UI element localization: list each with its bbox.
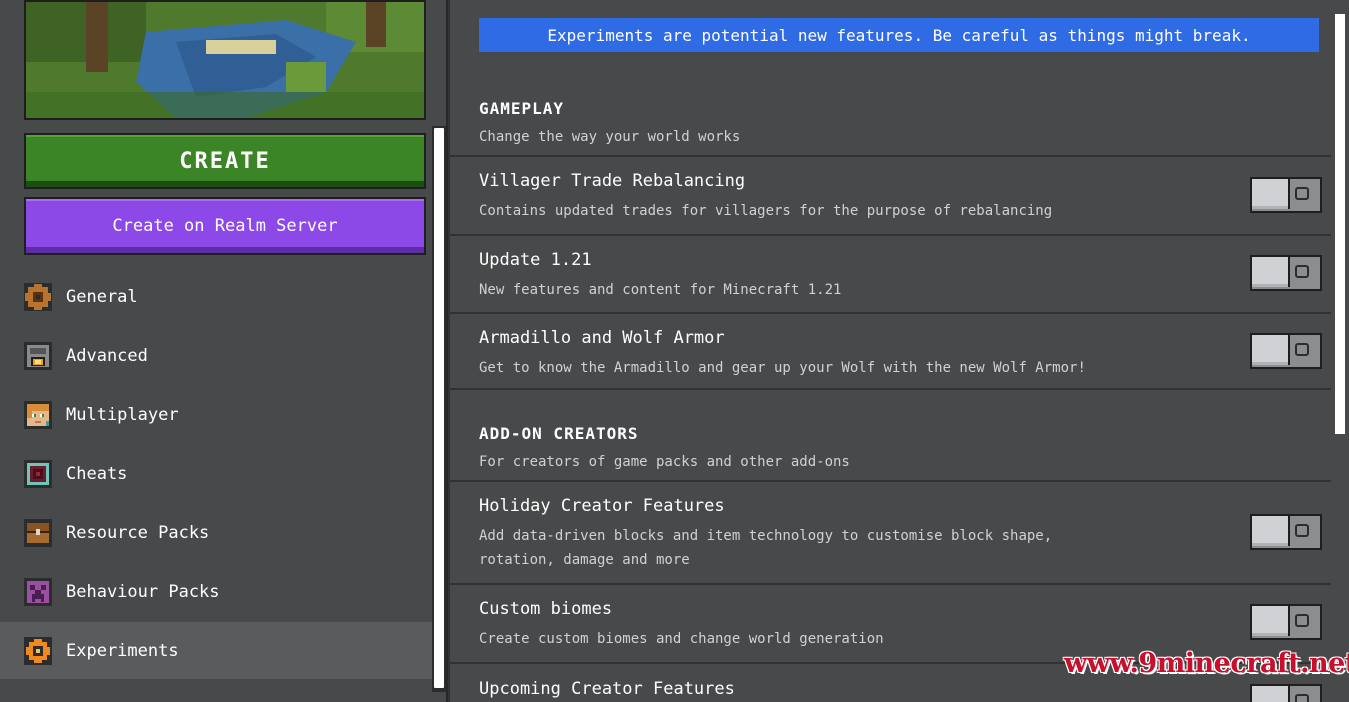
sidebar-item-multiplayer[interactable]: Multiplayer (0, 386, 432, 443)
toggle-upcoming-creator[interactable] (1250, 684, 1322, 702)
section-title-add-on-creators: ADD-ON CREATORS (479, 424, 639, 443)
sidebar-item-label: Advanced (66, 345, 148, 366)
toggle-off-icon (1295, 343, 1309, 356)
experiment-title: Armadillo and Wolf Armor (479, 328, 725, 348)
experiment-description: Contains updated trades for villagers fo… (479, 203, 1053, 219)
sidebar-item-behaviour-packs[interactable]: Behaviour Packs (0, 563, 432, 620)
sidebar-item-resource-packs[interactable]: Resource Packs (0, 504, 432, 561)
toggle-knob (1252, 257, 1290, 287)
create-on-realm-button[interactable]: Create on Realm Server (24, 197, 426, 255)
experiment-row-holiday-creator: Holiday Creator Features Add data-driven… (450, 480, 1332, 583)
experiment-row-update-121: Update 1.21 New features and content for… (450, 234, 1332, 312)
furnace-icon (24, 341, 52, 370)
sidebar-item-label: Multiplayer (66, 404, 179, 425)
toggle-off-icon (1295, 187, 1309, 200)
world-preview-image (24, 0, 426, 120)
command-block-icon (24, 459, 52, 488)
experiments-panel: Experiments are potential new features. … (450, 0, 1349, 702)
left-panel: CREATE Create on Realm Server General Ad… (0, 0, 448, 702)
experiment-title: Update 1.21 (479, 250, 592, 270)
creeper-icon (24, 577, 52, 606)
experiment-title: Holiday Creator Features (479, 496, 725, 516)
toggle-off-icon (1295, 524, 1309, 537)
experiment-description: Add data-driven blocks and item technolo… (479, 528, 1053, 568)
toggle-off-icon (1295, 694, 1309, 702)
experiments-icon (24, 636, 52, 665)
experiment-description: New features and content for Minecraft 1… (479, 282, 842, 298)
watermark: www.9minecraft.net (1064, 648, 1349, 679)
toggle-off-icon (1295, 614, 1309, 627)
experiment-title: Custom biomes (479, 599, 613, 619)
chest-icon (24, 518, 52, 547)
gear-icon (24, 282, 52, 311)
toggle-knob (1252, 606, 1290, 636)
experiments-warning-banner: Experiments are potential new features. … (479, 18, 1319, 52)
create-button[interactable]: CREATE (24, 133, 426, 189)
player-head-icon (24, 400, 52, 429)
experiment-title: Villager Trade Rebalancing (479, 171, 746, 191)
experiment-row-villager-trade: Villager Trade Rebalancing Contains upda… (450, 155, 1332, 234)
sidebar-item-general[interactable]: General (0, 268, 432, 325)
toggle-villager-trade[interactable] (1250, 177, 1322, 213)
sidebar-item-label: Cheats (66, 463, 128, 484)
experiments-scrollbar[interactable] (1331, 0, 1347, 702)
toggle-knob (1252, 686, 1290, 702)
toggle-holiday-creator[interactable] (1250, 514, 1322, 550)
section-subtitle-gameplay: Change the way your world works (479, 129, 741, 145)
toggle-armadillo[interactable] (1250, 333, 1322, 369)
experiment-title: Upcoming Creator Features (479, 679, 735, 699)
section-title-gameplay: GAMEPLAY (479, 99, 565, 118)
toggle-knob (1252, 516, 1290, 546)
sidebar-scrollbar[interactable] (432, 126, 446, 692)
toggle-knob (1252, 179, 1290, 209)
sidebar-item-cheats[interactable]: Cheats (0, 445, 432, 502)
experiment-row-armadillo: Armadillo and Wolf Armor Get to know the… (450, 312, 1332, 390)
experiment-description: Get to know the Armadillo and gear up yo… (479, 360, 1086, 376)
sidebar-item-advanced[interactable]: Advanced (0, 327, 432, 384)
experiments-scrollbar-thumb[interactable] (1335, 14, 1345, 434)
sidebar-item-label: Experiments (66, 640, 179, 661)
sidebar-item-label: Resource Packs (66, 522, 210, 543)
toggle-knob (1252, 335, 1290, 365)
sidebar-item-experiments[interactable]: Experiments (0, 622, 432, 679)
toggle-off-icon (1295, 265, 1309, 278)
section-subtitle-add-on-creators: For creators of game packs and other add… (479, 454, 850, 470)
settings-nav: General Advanced Multiplayer Cheats Reso… (0, 268, 432, 681)
sidebar-item-label: General (66, 286, 138, 307)
toggle-custom-biomes[interactable] (1250, 604, 1322, 640)
sidebar-scrollbar-thumb[interactable] (434, 128, 444, 688)
sidebar-item-label: Behaviour Packs (66, 581, 220, 602)
toggle-update-121[interactable] (1250, 255, 1322, 291)
